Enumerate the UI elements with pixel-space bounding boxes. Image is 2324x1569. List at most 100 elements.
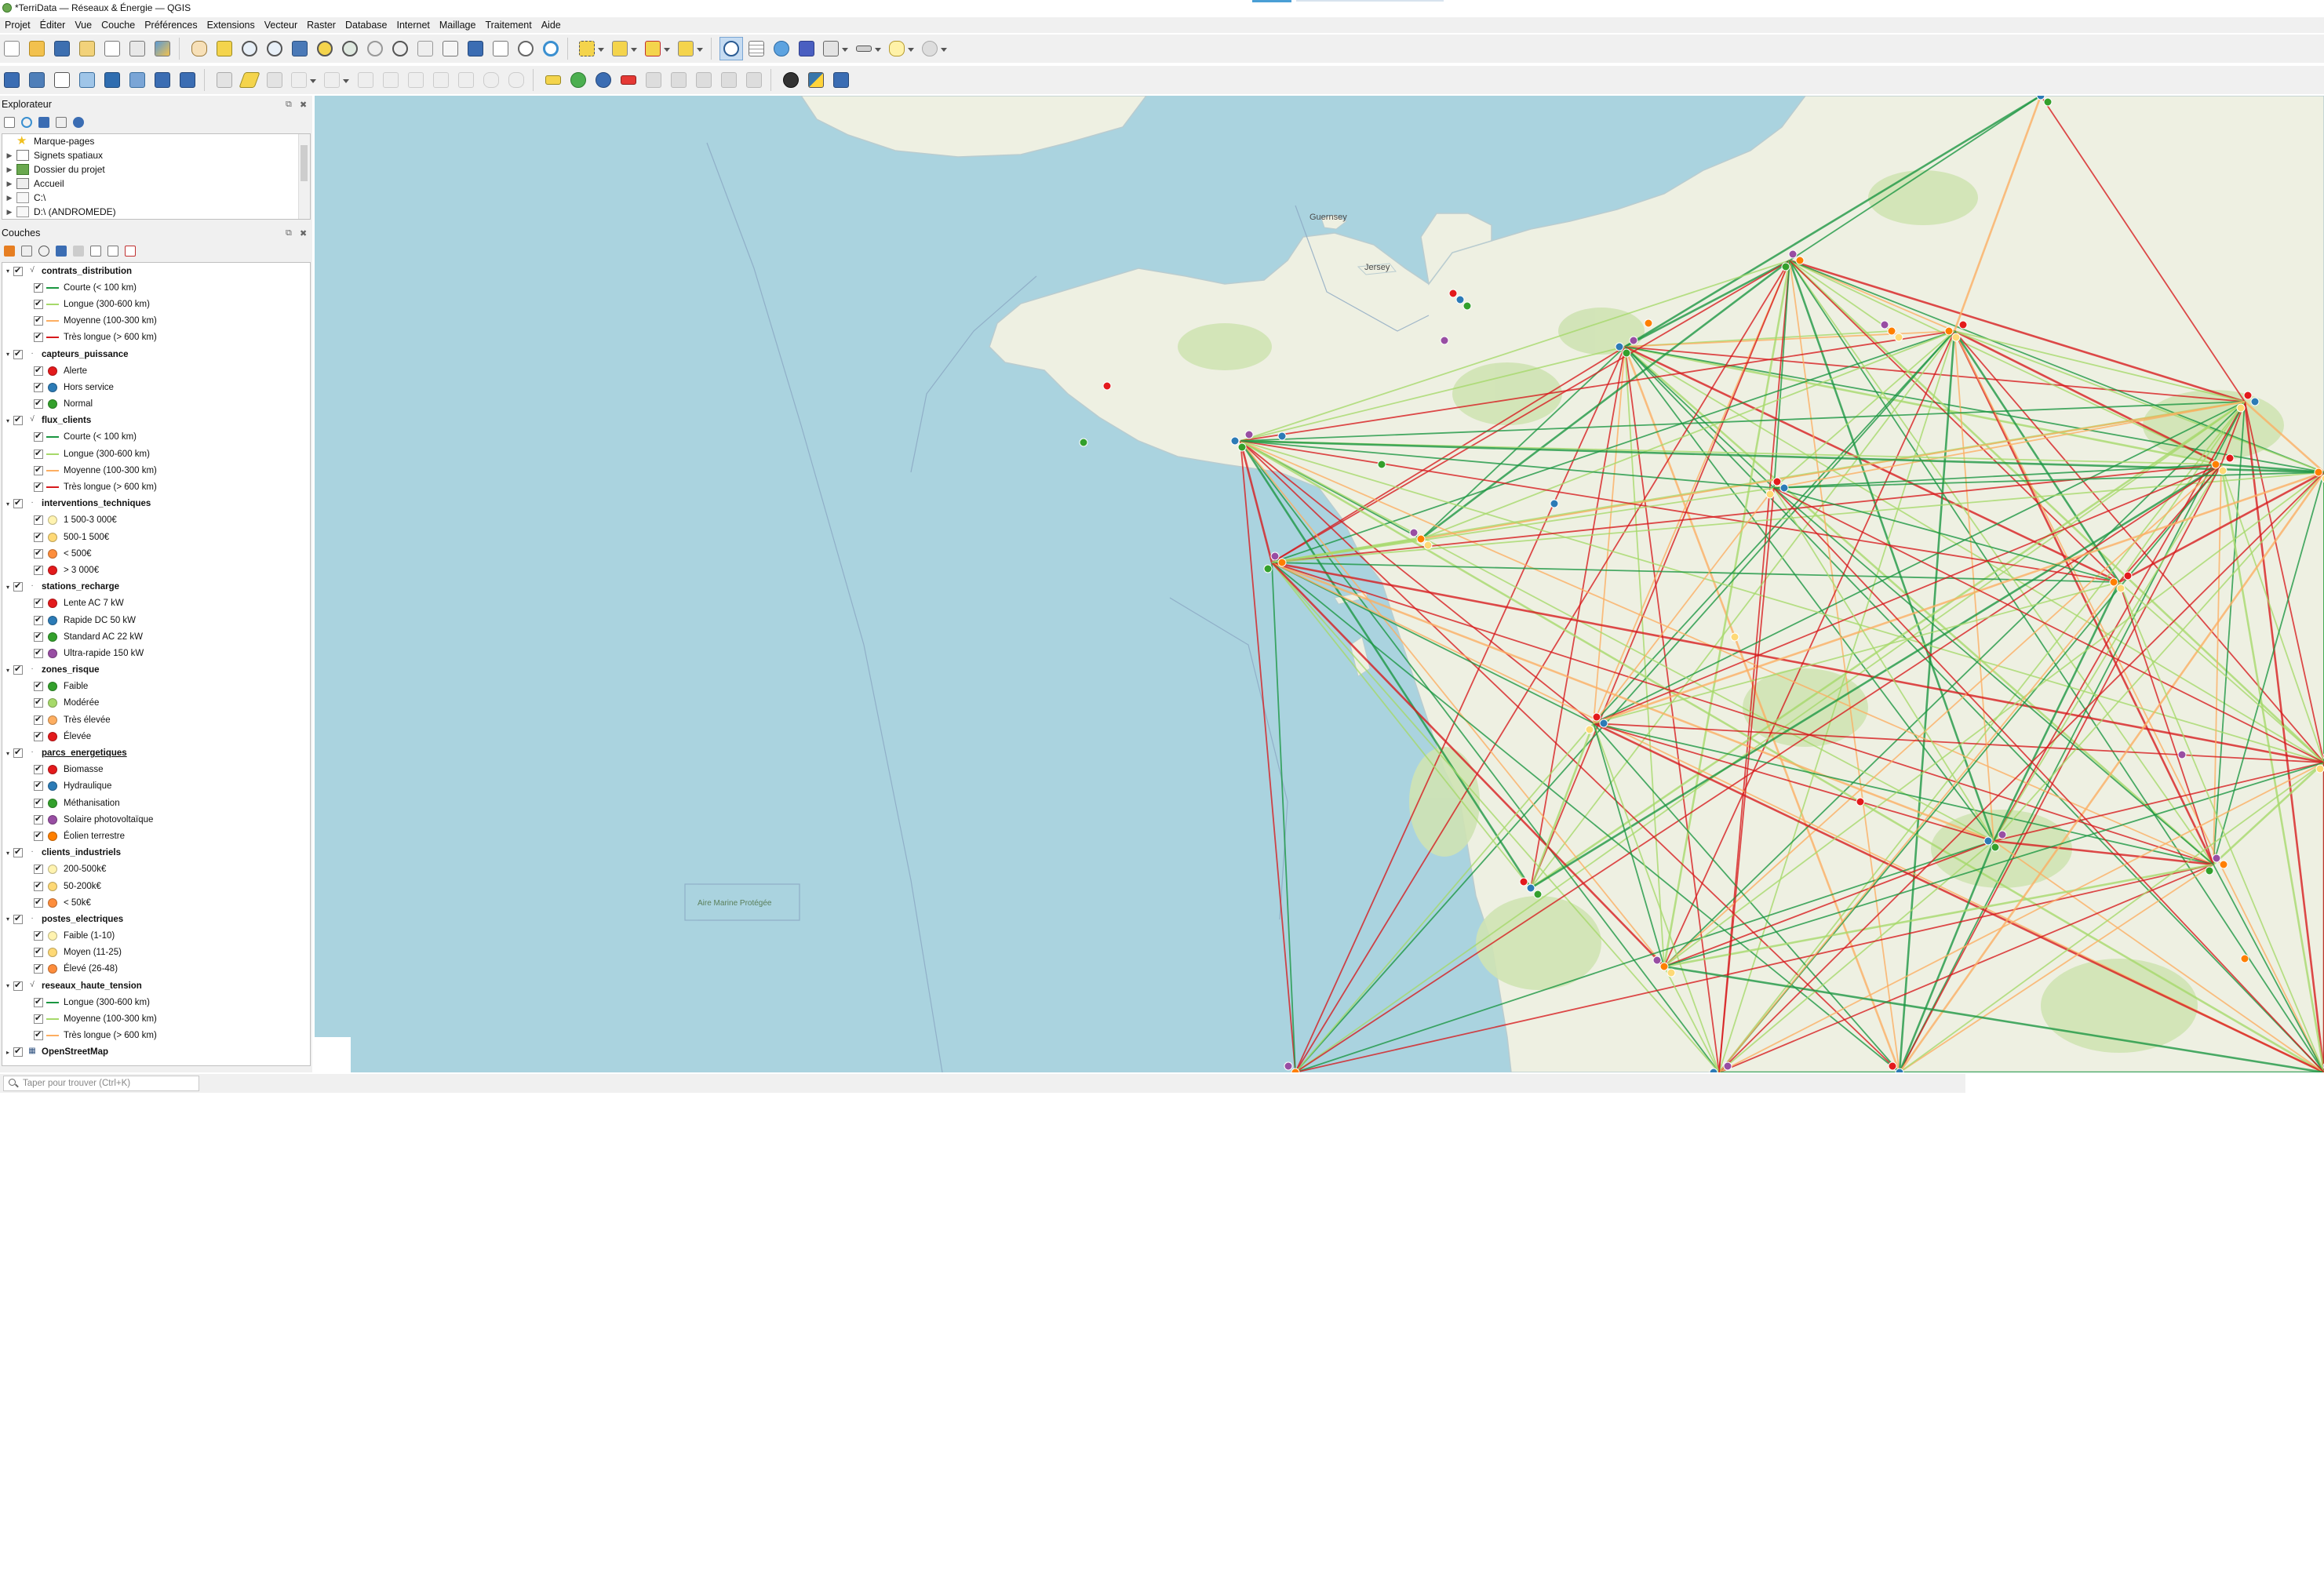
legend-checkbox[interactable] xyxy=(34,564,43,575)
legend-item[interactable]: Rapide DC 50 kW xyxy=(2,612,310,628)
legend-item[interactable]: Élevée xyxy=(2,728,310,744)
save-project-button[interactable] xyxy=(50,37,74,60)
zoom-native-button[interactable] xyxy=(363,37,387,60)
map-point[interactable] xyxy=(2211,460,2220,469)
menu-projet[interactable]: Projet xyxy=(0,20,35,31)
expand-icon[interactable]: ▶ xyxy=(2,180,16,188)
refresh-browser-button[interactable] xyxy=(19,115,35,130)
undo-button[interactable] xyxy=(479,68,503,92)
map-point[interactable] xyxy=(1781,262,1790,271)
legend-item[interactable]: Faible xyxy=(2,679,310,695)
legend-item[interactable]: Longue (300-600 km) xyxy=(2,296,310,312)
legend-item[interactable]: Longue (300-600 km) xyxy=(2,994,310,1010)
map-point[interactable] xyxy=(2250,397,2260,406)
identify-features-button[interactable] xyxy=(719,37,743,60)
legend-checkbox[interactable] xyxy=(34,697,43,708)
menu-preferences[interactable]: Préférences xyxy=(140,20,202,31)
menu-aide[interactable]: Aide xyxy=(537,20,566,31)
map-point[interactable] xyxy=(1652,956,1662,965)
layer-row[interactable]: ▾ ∙ parcs_energetiques xyxy=(2,744,310,761)
expand-icon[interactable]: ▶ xyxy=(2,194,16,202)
menu-database[interactable]: Database xyxy=(341,20,392,31)
layer-row[interactable]: ▸ ▦ OpenStreetMap xyxy=(2,1044,310,1061)
map-point[interactable] xyxy=(1455,295,1465,304)
browser-scrollbar[interactable] xyxy=(298,134,310,219)
legend-item[interactable]: Courte (< 100 km) xyxy=(2,429,310,446)
legend-item[interactable]: Moyenne (100-300 km) xyxy=(2,313,310,329)
legend-checkbox[interactable] xyxy=(34,930,43,941)
map-point[interactable] xyxy=(1644,319,1653,328)
legend-checkbox[interactable] xyxy=(34,597,43,609)
legend-item[interactable]: Modérée xyxy=(2,695,310,712)
layer-row[interactable]: ▾ ∙ postes_electriques xyxy=(2,911,310,927)
layer-labeling-button[interactable] xyxy=(566,68,590,92)
map-point[interactable] xyxy=(1102,381,1112,391)
legend-checkbox[interactable] xyxy=(34,780,43,792)
legend-item[interactable]: Longue (300-600 km) xyxy=(2,446,310,462)
float-panel-icon[interactable]: ⧉ xyxy=(286,100,292,110)
filter-browser-button[interactable] xyxy=(36,115,52,130)
map-point[interactable] xyxy=(1983,836,1993,846)
paste-button[interactable] xyxy=(454,68,478,92)
map-tips-button[interactable] xyxy=(886,37,917,60)
expand-icon[interactable]: ▾ xyxy=(2,667,13,674)
map-point[interactable] xyxy=(1440,336,1449,345)
legend-checkbox[interactable] xyxy=(34,730,43,741)
vector-tile-button[interactable] xyxy=(176,68,199,92)
browser-item-drive-d[interactable]: ▶ D:\ (ANDROMEDE) xyxy=(2,205,310,219)
map-point[interactable] xyxy=(1894,333,1903,342)
map-point[interactable] xyxy=(1765,490,1775,499)
attribute-table-button[interactable] xyxy=(745,37,768,60)
refresh-button[interactable] xyxy=(539,37,563,60)
legend-item[interactable]: Moyenne (100-300 km) xyxy=(2,1010,310,1027)
collapse-all-button[interactable] xyxy=(53,115,69,130)
layer-row[interactable]: ▾ √ flux_clients xyxy=(2,413,310,429)
show-bookmarks-button[interactable] xyxy=(489,37,512,60)
legend-item[interactable]: Élevé (26-48) xyxy=(2,961,310,977)
map-point[interactable] xyxy=(1533,890,1543,899)
map-point[interactable] xyxy=(1409,528,1419,537)
legend-item[interactable]: Très longue (> 600 km) xyxy=(2,479,310,495)
remove-layer-button[interactable] xyxy=(122,243,138,259)
legend-checkbox[interactable] xyxy=(34,431,43,442)
pan-to-selection-button[interactable] xyxy=(213,37,236,60)
map-point[interactable] xyxy=(1888,1061,1897,1071)
menu-vecteur[interactable]: Vecteur xyxy=(260,20,302,31)
select-location-button[interactable] xyxy=(675,37,706,60)
layer-visibility-checkbox[interactable] xyxy=(13,913,23,924)
layer-row[interactable]: ▾ √ reseaux_haute_tension xyxy=(2,977,310,994)
map-point[interactable] xyxy=(1277,558,1287,567)
deselect-button[interactable] xyxy=(642,37,673,60)
label-toolbar-button[interactable] xyxy=(541,68,565,92)
map-point[interactable] xyxy=(1615,342,1624,351)
legend-item[interactable]: Ultra-rapide 150 kW xyxy=(2,645,310,661)
temp-layer-button[interactable] xyxy=(126,68,149,92)
add-feature-button[interactable] xyxy=(288,68,319,92)
legend-checkbox[interactable] xyxy=(34,880,43,891)
map-point[interactable] xyxy=(1230,436,1240,446)
map-point[interactable] xyxy=(1772,477,1782,486)
temporal-controller-button[interactable] xyxy=(514,37,537,60)
expand-icon[interactable]: ▾ xyxy=(2,916,13,923)
decorations-button[interactable] xyxy=(919,37,950,60)
zoom-out-button[interactable] xyxy=(263,37,286,60)
mesh-layer-button[interactable] xyxy=(151,68,174,92)
field-calculator-button[interactable] xyxy=(820,37,851,60)
map-point[interactable] xyxy=(1237,442,1247,452)
legend-item[interactable]: Alerte xyxy=(2,362,310,379)
new-project-button[interactable] xyxy=(0,37,24,60)
cut-button[interactable] xyxy=(404,68,428,92)
browser-item-home[interactable]: ▶ Accueil xyxy=(2,177,310,191)
save-as-button[interactable] xyxy=(75,37,99,60)
highlight-labels-button[interactable] xyxy=(642,68,665,92)
map-point[interactable] xyxy=(2243,391,2253,400)
map-point[interactable] xyxy=(2123,571,2133,581)
legend-item[interactable]: Très longue (> 600 km) xyxy=(2,1028,310,1044)
layer-row[interactable]: ▾ ∙ capteurs_puissance xyxy=(2,346,310,362)
collapse-all-button[interactable] xyxy=(105,243,121,259)
map-point[interactable] xyxy=(1998,830,2007,839)
menu-traitement[interactable]: Traitement xyxy=(480,20,536,31)
legend-checkbox[interactable] xyxy=(34,464,43,475)
redo-button[interactable] xyxy=(505,68,528,92)
map-point[interactable] xyxy=(1416,534,1426,544)
